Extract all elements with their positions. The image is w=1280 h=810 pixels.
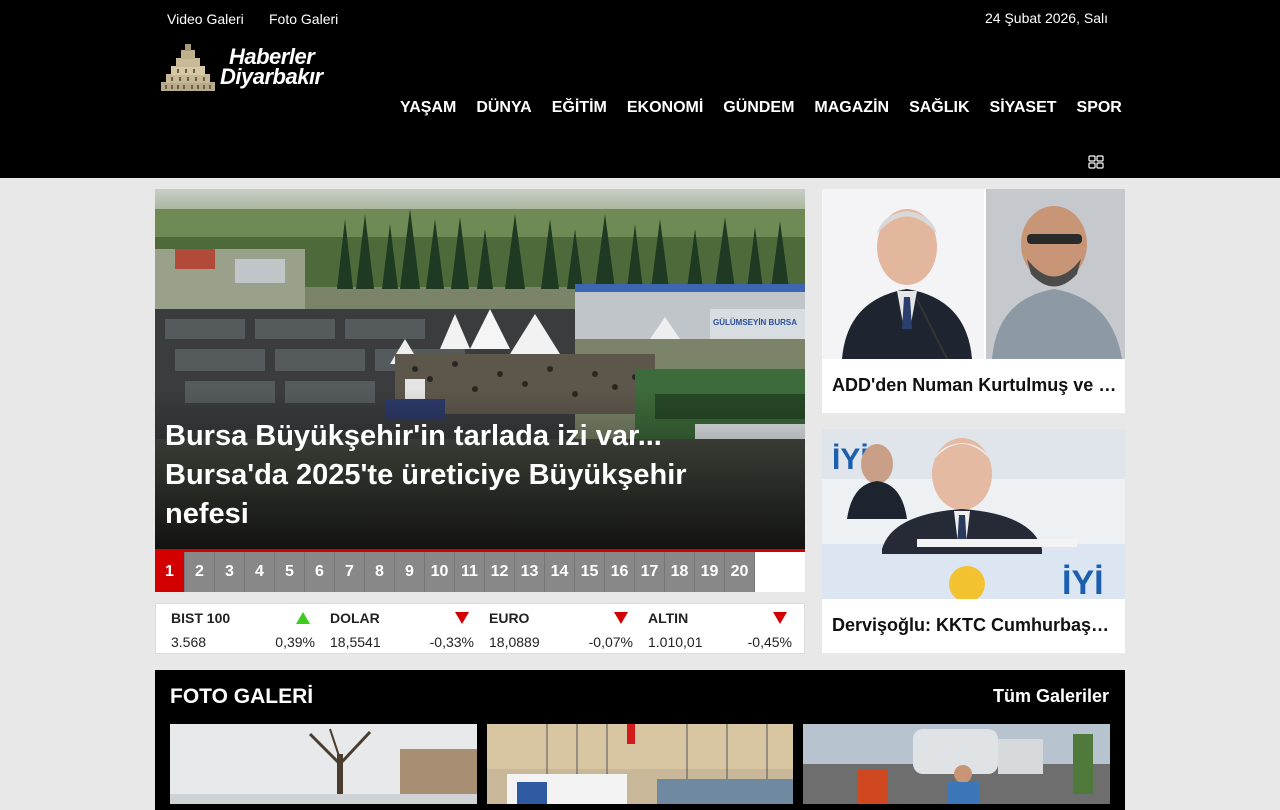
nav-egitim[interactable]: EĞİTİM: [542, 99, 617, 117]
market-name: ALTIN: [648, 610, 689, 626]
market-item-euro[interactable]: EURO 18,0889 -0,07%: [474, 604, 633, 653]
slider-page-9[interactable]: 9: [395, 552, 425, 592]
slider-page-6[interactable]: 6: [305, 552, 335, 592]
slider-page-16[interactable]: 16: [605, 552, 635, 592]
photo-gallery-section: FOTO GALERİ Tüm Galeriler: [155, 670, 1125, 810]
arrow-down-icon: [773, 612, 787, 624]
nav-spor[interactable]: SPOR: [1067, 99, 1132, 117]
market-item-altin[interactable]: ALTIN 1.010,01 -0,45%: [633, 604, 792, 653]
nav-ekonomi[interactable]: EKONOMİ: [617, 99, 713, 117]
slider-page-14[interactable]: 14: [545, 552, 575, 592]
slider-page-7[interactable]: 7: [335, 552, 365, 592]
slider-pagination: 1 2 3 4 5 6 7 8 9 10 11 12 13 14 15 16 1…: [155, 552, 805, 592]
slider-page-15[interactable]: 15: [575, 552, 605, 592]
main-nav: YAŞAM DÜNYA EĞİTİM EKONOMİ GÜNDEM MAGAZİ…: [390, 99, 1132, 117]
gallery-thumb[interactable]: [803, 724, 1110, 804]
side-news-title[interactable]: Dervişoğlu: KKTC Cumhurbaşkanı seçimi: [832, 615, 1119, 636]
market-name: DOLAR: [330, 610, 380, 626]
slider-page-5[interactable]: 5: [275, 552, 305, 592]
building-sign: GÜLÜMSEYİN BURSA: [713, 318, 797, 327]
slider-page-10[interactable]: 10: [425, 552, 455, 592]
side-news-card[interactable]: İYİ İYİ Dervişoğlu: KKTC Cumhurbaşkanı s…: [822, 429, 1125, 653]
nav-yasam[interactable]: YAŞAM: [390, 99, 466, 117]
party-brand: İYİ: [1062, 564, 1104, 599]
current-date: 24 Şubat 2026, Salı: [985, 10, 1108, 26]
slider-page-12[interactable]: 12: [485, 552, 515, 592]
side-news-title[interactable]: ADD'den Numan Kurtulmuş ve Sırrı Sakık'a…: [832, 375, 1119, 396]
headline-title[interactable]: Bursa Büyükşehir'in tarlada izi var... B…: [165, 417, 745, 534]
nav-saglik[interactable]: SAĞLIK: [899, 99, 979, 117]
market-ticker: BIST 100 3.568 0,39% DOLAR 18,5541 -0,33…: [155, 603, 805, 654]
site-logo[interactable]: Haberler Diyarbakır: [157, 42, 357, 94]
grid-icon[interactable]: [1088, 155, 1104, 169]
market-value: 1.010,01: [648, 634, 703, 650]
market-change: -0,07%: [588, 634, 633, 650]
slider-page-8[interactable]: 8: [365, 552, 395, 592]
headline-slider[interactable]: GÜLÜMSEYİN BURSA Bursa Büyükşehir'in tar…: [155, 189, 805, 549]
market-value: 18,5541: [330, 634, 381, 650]
market-name: BIST 100: [171, 610, 231, 626]
side-news-card[interactable]: ADD'den Numan Kurtulmuş ve Sırrı Sakık'a…: [822, 189, 1125, 413]
slider-page-4[interactable]: 4: [245, 552, 275, 592]
slider-page-20[interactable]: 20: [725, 552, 755, 592]
slider-page-17[interactable]: 17: [635, 552, 665, 592]
video-gallery-link[interactable]: Video Galeri: [167, 11, 244, 27]
all-galleries-link[interactable]: Tüm Galeriler: [993, 686, 1109, 707]
arrow-up-icon: [296, 612, 310, 624]
side-news-image: [822, 189, 1125, 359]
photo-gallery-link[interactable]: Foto Galeri: [269, 11, 338, 27]
logo-line2: Diyarbakır: [220, 64, 323, 89]
market-change: 0,39%: [275, 634, 315, 650]
slider-page-2[interactable]: 2: [185, 552, 215, 592]
side-news-image: İYİ İYİ: [822, 429, 1125, 599]
nav-magazin[interactable]: MAGAZİN: [804, 99, 899, 117]
market-value: 3.568: [171, 634, 207, 650]
slider-page-11[interactable]: 11: [455, 552, 485, 592]
gallery-thumb[interactable]: [170, 724, 477, 804]
market-item-bist[interactable]: BIST 100 3.568 0,39%: [156, 604, 315, 653]
slider-page-3[interactable]: 3: [215, 552, 245, 592]
nav-siyaset[interactable]: SİYASET: [980, 99, 1067, 117]
market-item-dolar[interactable]: DOLAR 18,5541 -0,33%: [315, 604, 474, 653]
arrow-down-icon: [614, 612, 628, 624]
arrow-down-icon: [455, 612, 469, 624]
market-change: -0,33%: [429, 634, 474, 650]
gallery-title: FOTO GALERİ: [170, 685, 314, 708]
slider-page-1[interactable]: 1: [155, 552, 185, 592]
market-name: EURO: [489, 610, 530, 626]
slider-page-19[interactable]: 19: [695, 552, 725, 592]
market-change: -0,45%: [747, 634, 792, 650]
market-value: 18,0889: [489, 634, 540, 650]
site-header: Video Galeri Foto Galeri 24 Şubat 2026, …: [0, 0, 1280, 178]
nav-dunya[interactable]: DÜNYA: [466, 99, 541, 117]
nav-gundem[interactable]: GÜNDEM: [713, 99, 804, 117]
slider-page-13[interactable]: 13: [515, 552, 545, 592]
gallery-thumb[interactable]: [487, 724, 794, 804]
slider-page-18[interactable]: 18: [665, 552, 695, 592]
